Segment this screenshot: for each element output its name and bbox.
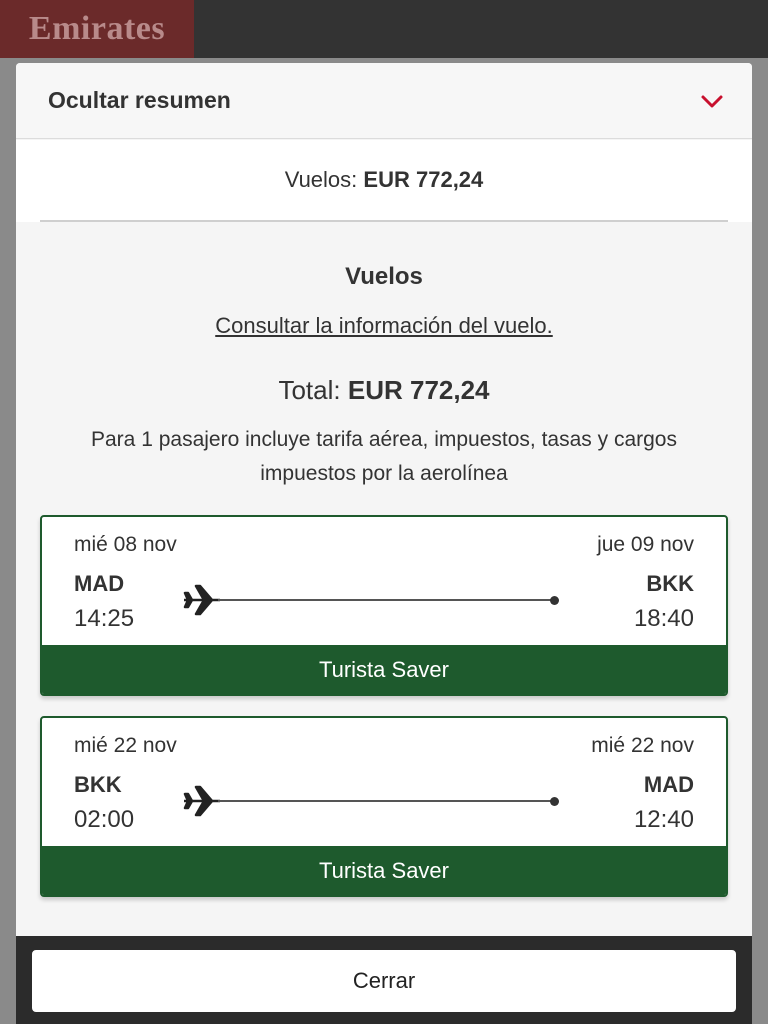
fare-class-banner: Turista Saver (42, 846, 726, 895)
departure-date: mié 08 nov (74, 533, 177, 556)
origin-airport-code: BKK (74, 772, 122, 797)
departure-time: 02:00 (74, 806, 135, 833)
arrival-date: mié 22 nov (591, 734, 694, 757)
airplane-icon (183, 785, 220, 817)
departure-date: mié 22 nov (74, 734, 177, 757)
summary-divider (40, 220, 728, 222)
flight-info-link[interactable]: Consultar la información del vuelo. (16, 313, 752, 339)
destination-airport-code: BKK (646, 571, 694, 596)
destination-airport-code: MAD (643, 772, 694, 797)
departure-time: 14:25 (74, 605, 135, 632)
route-end-dot (550, 797, 559, 806)
modal-footer: Cerrar (16, 936, 752, 1024)
booking-summary-modal: Ocultar resumen Vuelos: EUR 772,24 Vuelo… (16, 63, 752, 1024)
flights-price-amount: EUR 772,24 (363, 167, 484, 192)
airplane-icon (183, 584, 220, 616)
arrival-date: jue 09 nov (597, 533, 694, 556)
flight-card-outbound: mié 08 nov jue 09 nov MAD BKK 14:25 18:4… (40, 515, 728, 696)
flights-price-label: Vuelos: (284, 167, 358, 192)
arrival-time: 12:40 (633, 806, 694, 833)
logo-text: Emirates (28, 10, 166, 47)
hide-summary-toggle[interactable]: Ocultar resumen (16, 63, 752, 139)
close-button[interactable]: Cerrar (32, 950, 736, 1012)
summary-header-title: Ocultar resumen (48, 87, 231, 113)
route-line (218, 599, 554, 601)
arrival-time: 18:40 (633, 605, 694, 632)
flight-card-return: mié 22 nov mié 22 nov BKK MAD 02:00 12:4… (40, 716, 728, 897)
origin-airport-code: MAD (74, 571, 125, 596)
emirates-logo: Emirates (0, 0, 194, 58)
route-end-dot (550, 596, 559, 605)
fare-class-banner: Turista Saver (42, 645, 726, 694)
flights-price-summary: Vuelos: EUR 772,24 (16, 140, 752, 222)
total-price-line: Total: EUR 772,24 (16, 375, 752, 406)
route-line (218, 800, 554, 802)
total-label: Total: (278, 375, 341, 405)
flights-price-line: Vuelos: EUR 772,24 (16, 167, 752, 193)
flights-section-title: Vuelos (345, 263, 423, 290)
price-includes-note: Para 1 pasajero incluye tarifa aérea, im… (91, 428, 677, 485)
chevron-down-icon (701, 95, 723, 108)
total-amount: EUR 772,24 (347, 375, 490, 405)
